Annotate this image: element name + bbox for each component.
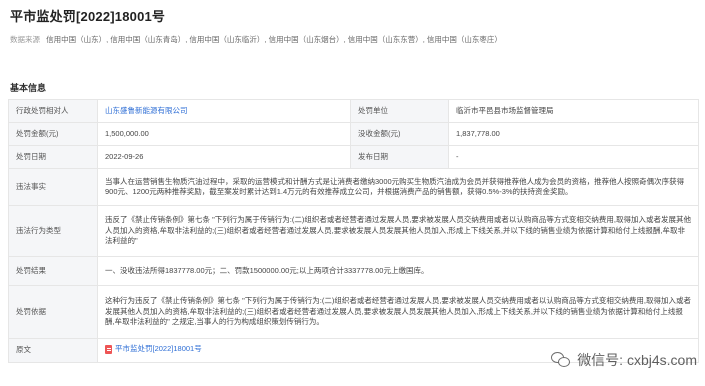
wechat-watermark: 微信号: cxbj4s.com	[551, 350, 697, 370]
penalty-basis-value: 这种行为违反了《禁止传销条例》第七条 "下列行为属于传销行为:(二)组织者或者经…	[97, 285, 699, 339]
penalty-date-label: 处罚日期	[8, 145, 98, 169]
violation-type-label: 违法行为类型	[8, 205, 98, 257]
penalty-amount-value: 1,500,000.00	[97, 122, 351, 146]
confiscated-amount-label: 没收金额(元)	[350, 122, 449, 146]
publish-date-value: -	[448, 145, 699, 169]
original-doc-label: 原文	[8, 338, 98, 363]
penalized-party-value: 山东盛鲁新能源有限公司	[97, 99, 351, 123]
watermark-text: 微信号: cxbj4s.com	[577, 352, 697, 368]
pdf-file-icon	[105, 344, 112, 354]
penalty-unit-label: 处罚单位	[350, 99, 449, 123]
section-title: 基本信息	[10, 83, 47, 93]
table-row: 违法事实 当事人在运营销售生物质汽油过程中，采取的运营模式和计酬方式是让消费者缴…	[8, 168, 699, 206]
penalty-amount-label: 处罚金额(元)	[8, 122, 98, 146]
table-row: 处罚日期 2022-09-26 发布日期 -	[8, 145, 699, 169]
penalized-party-label: 行政处罚相对人	[8, 99, 98, 123]
penalty-result-label: 处罚结果	[8, 256, 98, 286]
page-title: 平市监处罚[2022]18001号	[10, 9, 166, 24]
penalty-date-value: 2022-09-26	[97, 145, 351, 169]
basic-info-table: 行政处罚相对人 山东盛鲁新能源有限公司 处罚单位 临沂市平邑县市场监督管理局 处…	[8, 99, 699, 363]
table-row: 违法行为类型 违反了《禁止传销条例》第七条 "下列行为属于传销行为:(二)组织者…	[8, 205, 699, 257]
table-row: 处罚依据 这种行为违反了《禁止传销条例》第七条 "下列行为属于传销行为:(二)组…	[8, 285, 699, 339]
illegal-facts-label: 违法事实	[8, 168, 98, 206]
table-row: 处罚金额(元) 1,500,000.00 没收金额(元) 1,837,778.0…	[8, 122, 699, 146]
penalty-unit-value: 临沂市平邑县市场监督管理局	[448, 99, 699, 123]
wechat-icon	[551, 352, 571, 368]
company-link[interactable]: 山东盛鲁新能源有限公司	[105, 106, 188, 115]
source-label: 数据来源	[10, 35, 40, 44]
illegal-facts-value: 当事人在运营销售生物质汽油过程中，采取的运营模式和计酬方式是让消费者缴纳3000…	[97, 168, 699, 206]
source-line: 数据来源 信用中国（山东）, 信用中国（山东青岛）, 信用中国（山东临沂）, 信…	[10, 34, 502, 45]
confiscated-amount-value: 1,837,778.00	[448, 122, 699, 146]
penalty-basis-label: 处罚依据	[8, 285, 98, 339]
table-row: 处罚结果 一、没收违法所得1837778.00元；二、罚款1500000.00元…	[8, 256, 699, 286]
publish-date-label: 发布日期	[350, 145, 449, 169]
original-doc-link-text: 平市监处罚[2022]18001号	[115, 343, 202, 353]
source-links[interactable]: 信用中国（山东）, 信用中国（山东青岛）, 信用中国（山东临沂）, 信用中国（山…	[46, 35, 502, 44]
penalty-result-value: 一、没收违法所得1837778.00元；二、罚款1500000.00元;以上两项…	[97, 256, 699, 286]
original-doc-link[interactable]: 平市监处罚[2022]18001号	[105, 344, 202, 355]
table-row: 行政处罚相对人 山东盛鲁新能源有限公司 处罚单位 临沂市平邑县市场监督管理局	[8, 99, 699, 123]
violation-type-value: 违反了《禁止传销条例》第七条 "下列行为属于传销行为:(二)组织者或者经营者通过…	[97, 205, 699, 257]
